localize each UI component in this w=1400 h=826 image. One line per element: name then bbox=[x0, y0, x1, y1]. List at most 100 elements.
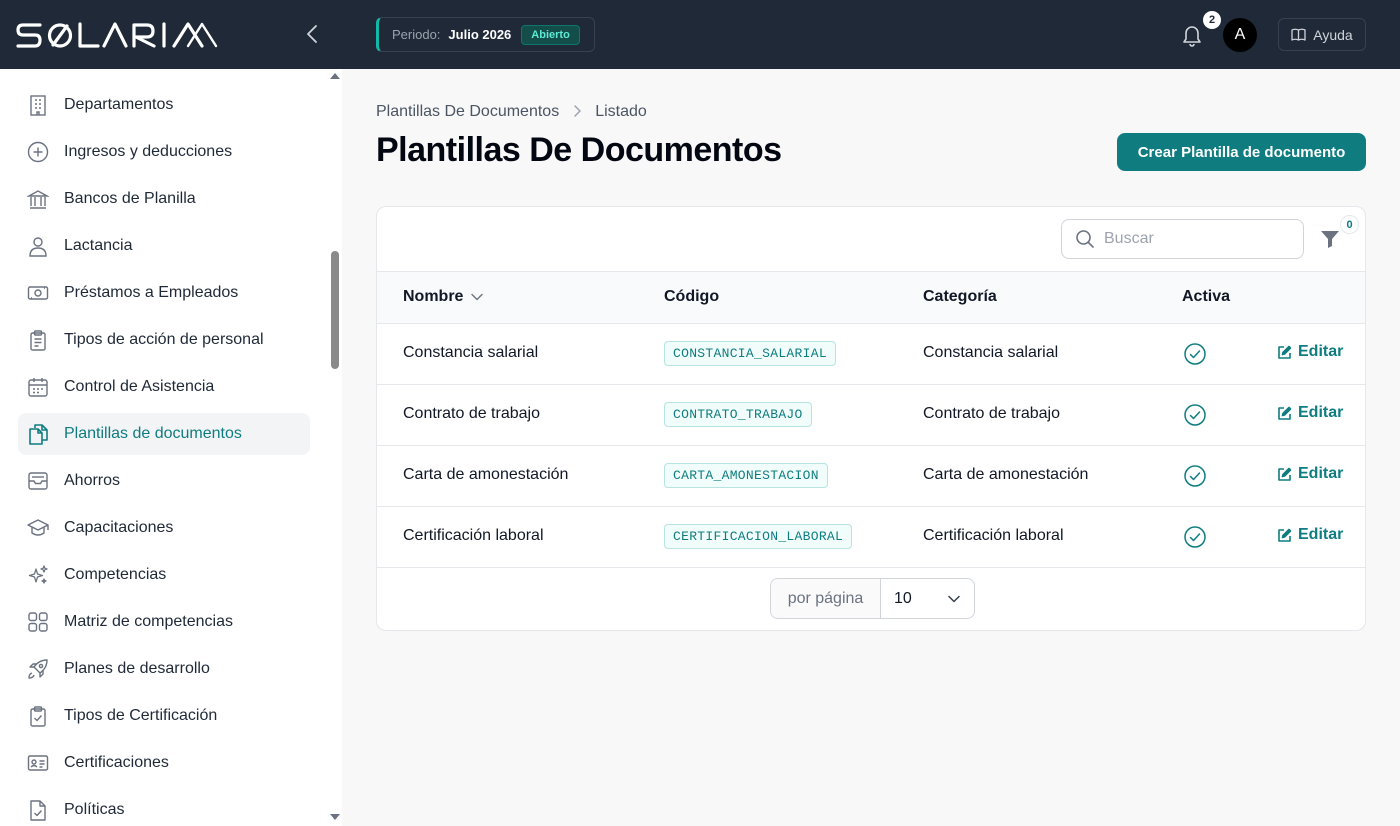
sidebar-item-certificaciones[interactable]: Certificaciones bbox=[18, 742, 310, 784]
check-circle-icon bbox=[1184, 465, 1206, 487]
sidebar-item-label: Préstamos a Empleados bbox=[64, 284, 239, 301]
document-check-icon bbox=[26, 798, 50, 822]
sidebar-item-capacitaciones[interactable]: Capacitaciones bbox=[18, 507, 310, 549]
scroll-down-arrow-icon[interactable] bbox=[330, 814, 340, 820]
plus-circle-icon bbox=[26, 140, 50, 164]
cell-categoria: Carta de amonestación bbox=[923, 466, 1089, 483]
per-page-select[interactable]: 10 bbox=[881, 579, 974, 618]
sidebar-item-competencias[interactable]: Competencias bbox=[18, 554, 310, 596]
sidebar-item-lactancia[interactable]: Lactancia bbox=[18, 225, 310, 267]
edit-icon bbox=[1278, 406, 1292, 420]
sidebar-item-label: Tipos de acción de personal bbox=[64, 331, 264, 348]
breadcrumb-parent-link[interactable]: Plantillas De Documentos bbox=[376, 103, 559, 121]
table-row: Certificación laboral CERTIFICACION_LABO… bbox=[377, 507, 1365, 568]
user-avatar[interactable]: A bbox=[1223, 18, 1257, 52]
sidebar-item-prestamos[interactable]: Préstamos a Empleados bbox=[18, 272, 310, 314]
sidebar-item-label: Plantillas de documentos bbox=[64, 425, 242, 442]
grid-icon bbox=[26, 610, 50, 634]
edit-icon bbox=[1278, 528, 1292, 542]
cell-nombre: Certificación laboral bbox=[403, 527, 544, 544]
help-label: Ayuda bbox=[1313, 26, 1353, 43]
clipboard-check-icon bbox=[26, 704, 50, 728]
period-value: Julio 2026 bbox=[448, 27, 512, 42]
search-icon bbox=[1076, 230, 1094, 248]
calendar-icon bbox=[26, 375, 50, 399]
cell-nombre: Constancia salarial bbox=[403, 344, 539, 361]
sidebar-item-label: Departamentos bbox=[64, 96, 174, 113]
user-icon bbox=[26, 234, 50, 258]
sidebar-item-label: Lactancia bbox=[64, 237, 133, 254]
sidebar-scrollbar[interactable] bbox=[328, 69, 342, 826]
brand-logo[interactable] bbox=[16, 15, 232, 55]
sidebar-item-label: Políticas bbox=[64, 801, 125, 818]
per-page-selector: por página 10 bbox=[770, 578, 975, 619]
sparkles-icon bbox=[26, 563, 50, 587]
sidebar-item-ingresos[interactable]: Ingresos y deducciones bbox=[18, 131, 310, 173]
column-label: Nombre bbox=[403, 288, 464, 305]
breadcrumb: Plantillas De Documentos Listado bbox=[376, 103, 647, 121]
documents-icon bbox=[26, 422, 50, 446]
period-status-badge: Abierto bbox=[521, 24, 580, 45]
graduation-cap-icon bbox=[26, 516, 50, 540]
check-circle-icon bbox=[1184, 404, 1206, 426]
sidebar-item-label: Ingresos y deducciones bbox=[64, 143, 233, 160]
check-circle-icon bbox=[1184, 343, 1206, 365]
sidebar-item-asistencia[interactable]: Control de Asistencia bbox=[18, 366, 310, 408]
scroll-up-arrow-icon[interactable] bbox=[330, 73, 340, 79]
sidebar-scroll-thumb[interactable] bbox=[331, 251, 339, 369]
search-field[interactable] bbox=[1061, 219, 1304, 259]
sort-chevron-down-icon bbox=[471, 293, 484, 301]
sidebar-item-plantillas[interactable]: Plantillas de documentos bbox=[18, 413, 310, 455]
bell-icon bbox=[1183, 26, 1201, 47]
column-header-nombre[interactable]: Nombre bbox=[403, 288, 484, 306]
sidebar-item-label: Ahorros bbox=[64, 472, 121, 489]
create-template-button[interactable]: Crear Plantilla de documento bbox=[1117, 133, 1366, 171]
period-selector[interactable]: Periodo: Julio 2026 Abierto bbox=[376, 17, 595, 52]
sidebar-item-departamentos[interactable]: Departamentos bbox=[18, 84, 310, 126]
notifications-button[interactable] bbox=[1180, 22, 1204, 48]
code-badge: CONTRATO_TRABAJO bbox=[664, 402, 812, 427]
sidebar-item-planes[interactable]: Planes de desarrollo bbox=[18, 648, 310, 690]
search-input[interactable] bbox=[1104, 230, 1284, 248]
id-card-icon bbox=[26, 751, 50, 775]
collapse-sidebar-button[interactable] bbox=[300, 22, 324, 46]
code-badge: CERTIFICACION_LABORAL bbox=[664, 524, 853, 549]
help-button[interactable]: Ayuda bbox=[1278, 18, 1366, 51]
sidebar-item-label: Certificaciones bbox=[64, 754, 169, 771]
sidebar-item-tipos-accion[interactable]: Tipos de acción de personal bbox=[18, 319, 310, 361]
sidebar-item-ahorros[interactable]: Ahorros bbox=[18, 460, 310, 502]
book-icon bbox=[1291, 28, 1306, 41]
edit-label: Editar bbox=[1298, 465, 1344, 482]
cell-nombre: Carta de amonestación bbox=[403, 466, 569, 483]
chevron-down-icon bbox=[948, 595, 960, 602]
edit-button[interactable]: Editar bbox=[1277, 465, 1343, 483]
sidebar-item-matriz[interactable]: Matriz de competencias bbox=[18, 601, 310, 643]
column-label: Categoría bbox=[923, 288, 997, 305]
breadcrumb-separator-icon bbox=[573, 104, 581, 121]
per-page-label: por página bbox=[771, 579, 881, 618]
sidebar-item-label: Planes de desarrollo bbox=[64, 660, 210, 677]
column-header-categoria: Categoría bbox=[923, 288, 997, 306]
filter-button[interactable] bbox=[1319, 227, 1341, 249]
edit-label: Editar bbox=[1298, 404, 1344, 421]
inbox-icon bbox=[26, 469, 50, 493]
column-label: Activa bbox=[1182, 288, 1231, 305]
sidebar-item-label: Matriz de competencias bbox=[64, 613, 233, 630]
sidebar-item-politicas[interactable]: Políticas bbox=[18, 789, 310, 826]
edit-button[interactable]: Editar bbox=[1277, 343, 1343, 361]
edit-button[interactable]: Editar bbox=[1277, 526, 1343, 544]
code-badge: CARTA_AMONESTACION bbox=[664, 463, 828, 488]
edit-button[interactable]: Editar bbox=[1277, 404, 1343, 422]
sidebar-item-bancos[interactable]: Bancos de Planilla bbox=[18, 178, 310, 220]
column-header-codigo: Código bbox=[664, 288, 719, 306]
sidebar-item-label: Capacitaciones bbox=[64, 519, 174, 536]
notification-count-badge: 2 bbox=[1203, 11, 1221, 29]
edit-label: Editar bbox=[1298, 343, 1344, 360]
edit-label: Editar bbox=[1298, 526, 1344, 543]
filter-count-badge: 0 bbox=[1340, 215, 1359, 234]
filter-icon bbox=[1321, 231, 1339, 248]
bank-icon bbox=[26, 187, 50, 211]
cell-nombre: Contrato de trabajo bbox=[403, 405, 540, 422]
sidebar-item-label: Competencias bbox=[64, 566, 167, 583]
sidebar-item-tipos-certificacion[interactable]: Tipos de Certificación bbox=[18, 695, 310, 737]
